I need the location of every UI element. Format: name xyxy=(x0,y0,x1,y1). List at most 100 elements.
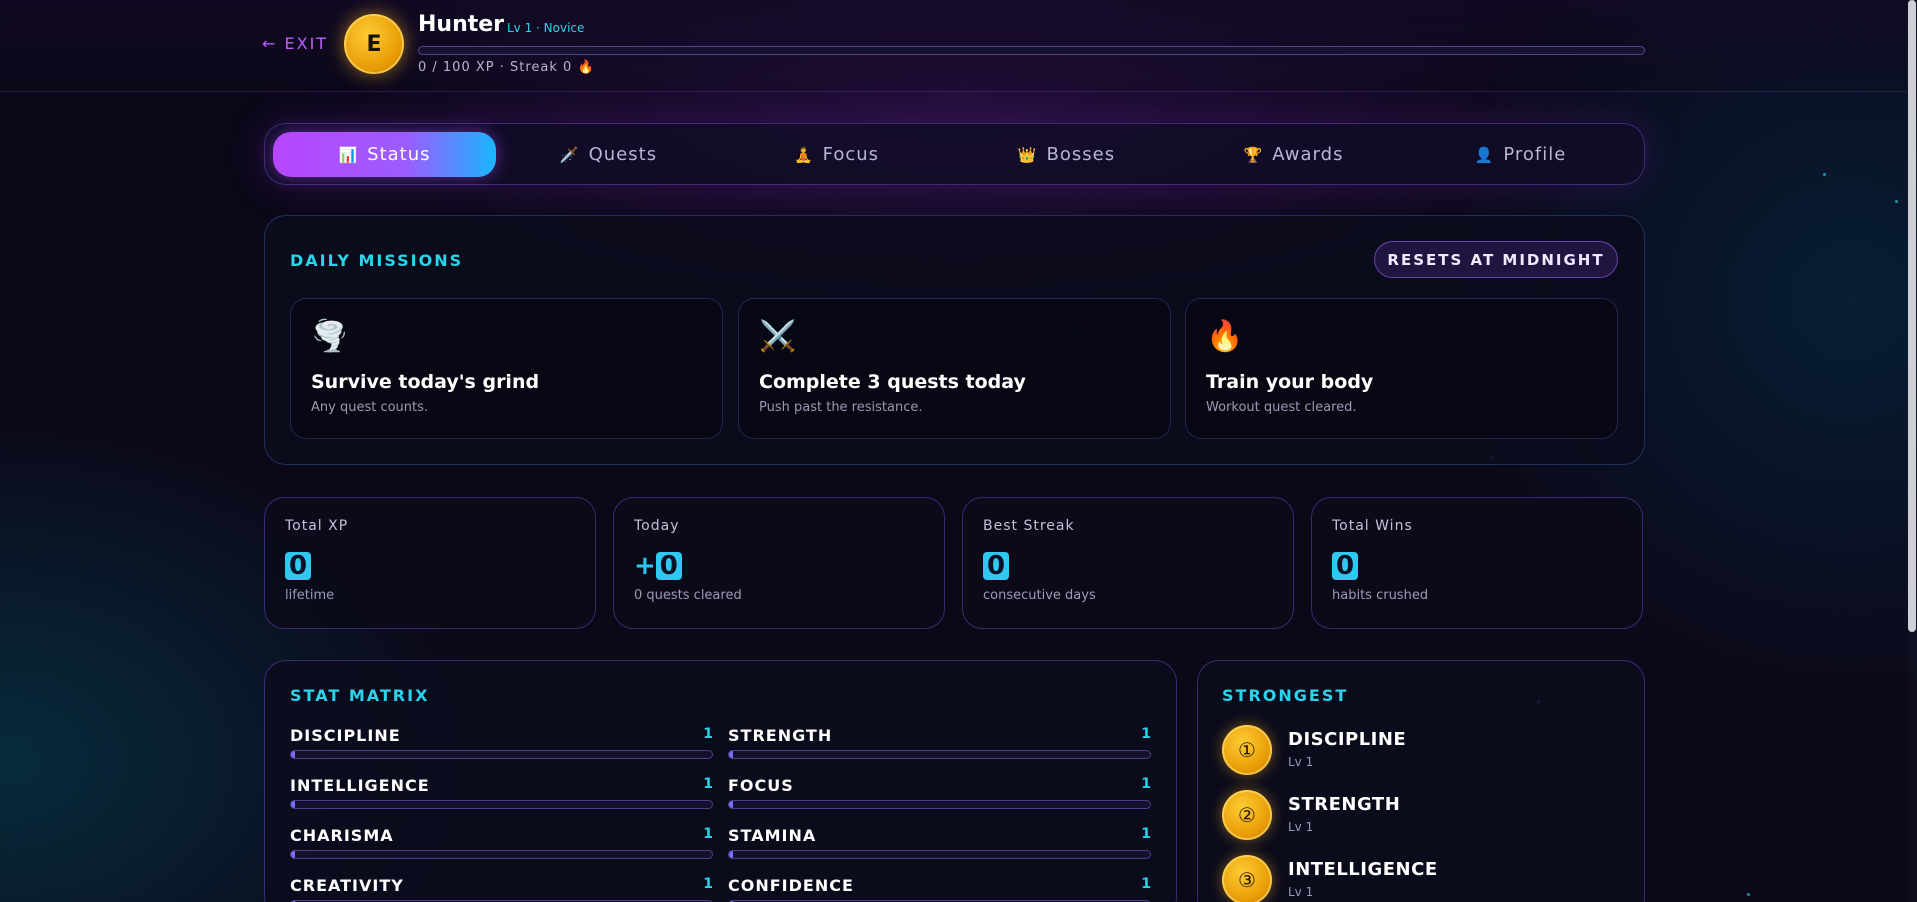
player-name: Hunter xyxy=(418,12,505,37)
trophy-icon: 🏆 xyxy=(1243,145,1264,164)
attribute-row: STRENGTH 1 xyxy=(728,726,1151,766)
attribute-bar-fill xyxy=(729,801,734,808)
attribute-row: INTELLIGENCE 1 xyxy=(290,776,713,816)
mission-title: Survive today's grind xyxy=(311,371,540,393)
stat-value: 0 xyxy=(1332,551,1359,581)
stat-card-total-wins: Total Wins 0 habits crushed xyxy=(1311,497,1643,629)
attribute-bar-fill xyxy=(729,851,734,858)
tornado-icon: 🌪️ xyxy=(311,319,349,354)
attribute-value: 1 xyxy=(703,776,713,792)
strongest-level: Lv 1 xyxy=(1288,820,1314,834)
medal-icon: ① xyxy=(1222,725,1272,775)
main-tabs: 📊 Status 🗡️ Quests 🧘 Focus 👑 Bosses 🏆 Aw… xyxy=(264,123,1645,185)
dagger-icon: 🗡️ xyxy=(559,145,580,164)
mission-title: Train your body xyxy=(1206,371,1374,393)
strongest-title: STRONGEST xyxy=(1222,686,1349,705)
stat-subtext: consecutive days xyxy=(983,588,1096,603)
strongest-item: ② STRENGTH Lv 1 xyxy=(1222,790,1602,850)
attribute-value: 1 xyxy=(1141,776,1151,792)
stat-label: Best Streak xyxy=(983,518,1075,534)
meditation-icon: 🧘 xyxy=(793,145,814,164)
stat-matrix-title: STAT MATRIX xyxy=(290,686,430,705)
strongest-item: ① DISCIPLINE Lv 1 xyxy=(1222,725,1602,785)
attribute-value: 1 xyxy=(1141,826,1151,842)
exit-button[interactable]: ← EXIT xyxy=(262,34,328,53)
mission-title: Complete 3 quests today xyxy=(759,371,1026,393)
fire-icon: 🔥 xyxy=(1206,319,1244,354)
avatar[interactable]: E xyxy=(344,14,404,74)
attribute-name: FOCUS xyxy=(728,776,794,795)
attribute-bar xyxy=(728,850,1151,859)
xp-streak-text: 0 / 100 XP · Streak 0 🔥 xyxy=(418,60,595,75)
attribute-bar-fill xyxy=(729,751,734,758)
attribute-row: CHARISMA 1 xyxy=(290,826,713,866)
mission-card[interactable]: 🔥 Train your body Workout quest cleared. xyxy=(1185,298,1618,439)
background-star xyxy=(1747,893,1750,896)
attribute-name: STAMINA xyxy=(728,826,817,845)
tab-label: Profile xyxy=(1503,144,1567,165)
stat-value: 0 xyxy=(285,551,312,581)
attribute-bar xyxy=(728,750,1151,759)
tab-bosses[interactable]: 👑 Bosses xyxy=(955,132,1178,177)
scrollbar-track[interactable] xyxy=(1907,0,1917,902)
stat-subtext: habits crushed xyxy=(1332,588,1429,603)
attribute-value: 1 xyxy=(703,826,713,842)
attribute-row: DISCIPLINE 1 xyxy=(290,726,713,766)
scrollbar-thumb[interactable] xyxy=(1908,0,1916,632)
attribute-bar-fill xyxy=(291,751,296,758)
attribute-row: STAMINA 1 xyxy=(728,826,1151,866)
stat-card-total-xp: Total XP 0 lifetime xyxy=(264,497,596,629)
stat-subtext: lifetime xyxy=(285,588,335,603)
xp-progress-bar xyxy=(418,46,1645,55)
medal-icon: ③ xyxy=(1222,855,1272,902)
stat-value: +0 xyxy=(634,551,682,581)
attribute-bar xyxy=(728,800,1151,809)
player-level: Lv 1 · Novice xyxy=(507,21,585,35)
tab-awards[interactable]: 🏆 Awards xyxy=(1182,132,1405,177)
tab-quests[interactable]: 🗡️ Quests xyxy=(497,132,720,177)
resets-badge: RESETS AT MIDNIGHT xyxy=(1374,241,1618,278)
attribute-name: DISCIPLINE xyxy=(290,726,401,745)
tab-focus[interactable]: 🧘 Focus xyxy=(725,132,948,177)
attribute-bar xyxy=(290,850,713,859)
user-icon: 👤 xyxy=(1474,145,1495,164)
tab-label: Awards xyxy=(1272,144,1344,165)
attribute-bar-fill xyxy=(291,801,296,808)
strongest-name: DISCIPLINE xyxy=(1288,729,1407,750)
tab-label: Status xyxy=(367,144,431,165)
strongest-level: Lv 1 xyxy=(1288,755,1314,769)
tab-profile[interactable]: 👤 Profile xyxy=(1409,132,1632,177)
mission-description: Workout quest cleared. xyxy=(1206,400,1357,415)
strongest-name: INTELLIGENCE xyxy=(1288,859,1438,880)
background-star xyxy=(1823,173,1826,176)
strongest-item: ③ INTELLIGENCE Lv 1 xyxy=(1222,855,1602,902)
attribute-row: FOCUS 1 xyxy=(728,776,1151,816)
stat-label: Today xyxy=(634,518,680,534)
stat-subtext: 0 quests cleared xyxy=(634,588,742,603)
attribute-value: 1 xyxy=(703,726,713,742)
stat-card-best-streak: Best Streak 0 consecutive days xyxy=(962,497,1294,629)
attribute-bar xyxy=(290,800,713,809)
top-bar: ← EXIT E Hunter Lv 1 · Novice 0 / 100 XP… xyxy=(0,0,1907,92)
attribute-bar xyxy=(290,750,713,759)
attribute-name: CONFIDENCE xyxy=(728,876,854,895)
background-star xyxy=(1895,200,1898,203)
crown-icon: 👑 xyxy=(1017,145,1038,164)
stat-label: Total XP xyxy=(285,518,349,534)
mission-description: Push past the resistance. xyxy=(759,400,923,415)
daily-missions-title: DAILY MISSIONS xyxy=(290,251,464,270)
tab-status[interactable]: 📊 Status xyxy=(273,132,496,177)
attribute-value: 1 xyxy=(1141,876,1151,892)
strongest-name: STRENGTH xyxy=(1288,794,1401,815)
stat-value: 0 xyxy=(983,551,1010,581)
attribute-row: CONFIDENCE 1 xyxy=(728,876,1151,902)
bar-chart-icon: 📊 xyxy=(338,145,359,164)
medal-icon: ② xyxy=(1222,790,1272,840)
attribute-bar-fill xyxy=(291,851,296,858)
strongest-level: Lv 1 xyxy=(1288,885,1314,899)
stat-label: Total Wins xyxy=(1332,518,1413,534)
stat-card-today: Today +0 0 quests cleared xyxy=(613,497,945,629)
mission-card[interactable]: ⚔️ Complete 3 quests today Push past the… xyxy=(738,298,1171,439)
tab-label: Bosses xyxy=(1046,144,1116,165)
mission-card[interactable]: 🌪️ Survive today's grind Any quest count… xyxy=(290,298,723,439)
